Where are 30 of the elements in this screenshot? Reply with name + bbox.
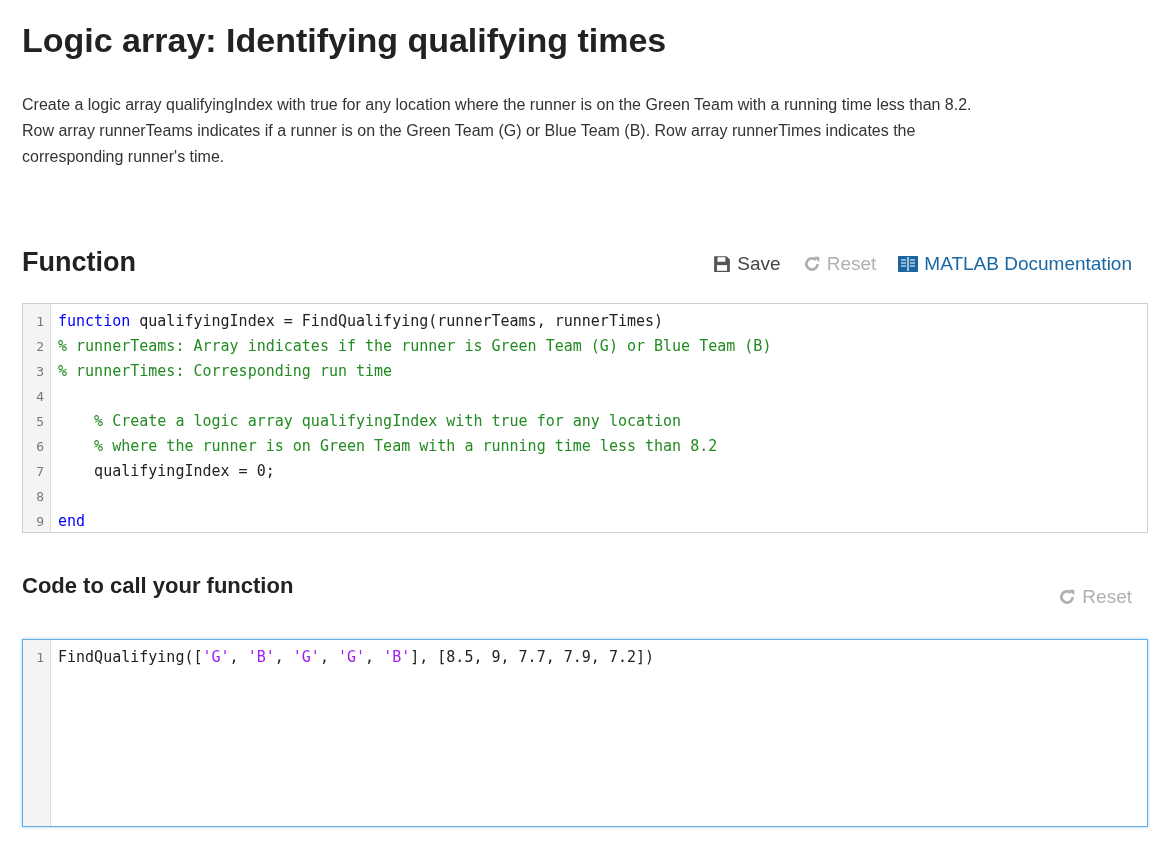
line-number: 7 <box>36 462 45 481</box>
documentation-link[interactable]: MATLAB Documentation <box>898 250 1132 279</box>
section-heading: Function <box>22 246 136 279</box>
description-text: Create a logic array qualifyingIndex with true for any location where the runner is on the Green Team with a running time less than 8.2. Row array runnerTeams indicates if a runner is on the Green Team (G) or Blue Team (B). Row array runnerTimes indicates the corresponding runner's time. <box>22 95 973 167</box>
line-number: 1 <box>36 312 45 331</box>
code-editor[interactable] <box>22 302 1148 533</box>
code-line: function qualifyingIndex = FindQualifying(runnerTeams, runnerTimes) <box>58 310 664 332</box>
book-icon <box>898 255 919 274</box>
code-editor[interactable]: 1 FindQualifying(['G', 'B', 'G', 'G', 'B'], [8.5, 9, 7.7, 7.9, 7.2]) <box>22 639 1148 827</box>
line-number: 6 <box>36 437 45 456</box>
line-number: 1 <box>36 649 45 667</box>
code-line: end <box>58 510 86 532</box>
line-number: 9 <box>36 512 45 531</box>
page-title: Logic array: Identifying qualifying times <box>22 20 668 61</box>
code-line: FindQualifying(['G', 'B', 'G', 'G', 'B'], [8.5, 9, 7.7, 7.9, 7.2]) <box>58 647 655 668</box>
line-number: 2 <box>36 337 45 356</box>
refresh-icon <box>802 255 821 274</box>
save-button[interactable]: Save <box>713 250 781 279</box>
line-number: 5 <box>36 412 45 431</box>
code-line: qualifyingIndex = 0; <box>93 460 275 482</box>
code-line: % runnerTeams: Array indicates if the runner is Green Team (G) or Blue Team (B) <box>58 335 772 357</box>
code-line: % Create a logic array qualifyingIndex with true for any location <box>93 410 682 432</box>
section-heading: Code to call your function <box>22 571 294 600</box>
line-number: 3 <box>36 362 45 381</box>
code-line: % where the runner is on Green Team with a running time less than 8.2 <box>93 435 718 457</box>
line-number: 8 <box>36 487 45 506</box>
code-line: % runnerTimes: Corresponding run time <box>58 360 393 382</box>
line-number: 4 <box>36 387 45 406</box>
save-icon <box>713 255 732 274</box>
refresh-icon <box>1058 587 1077 606</box>
